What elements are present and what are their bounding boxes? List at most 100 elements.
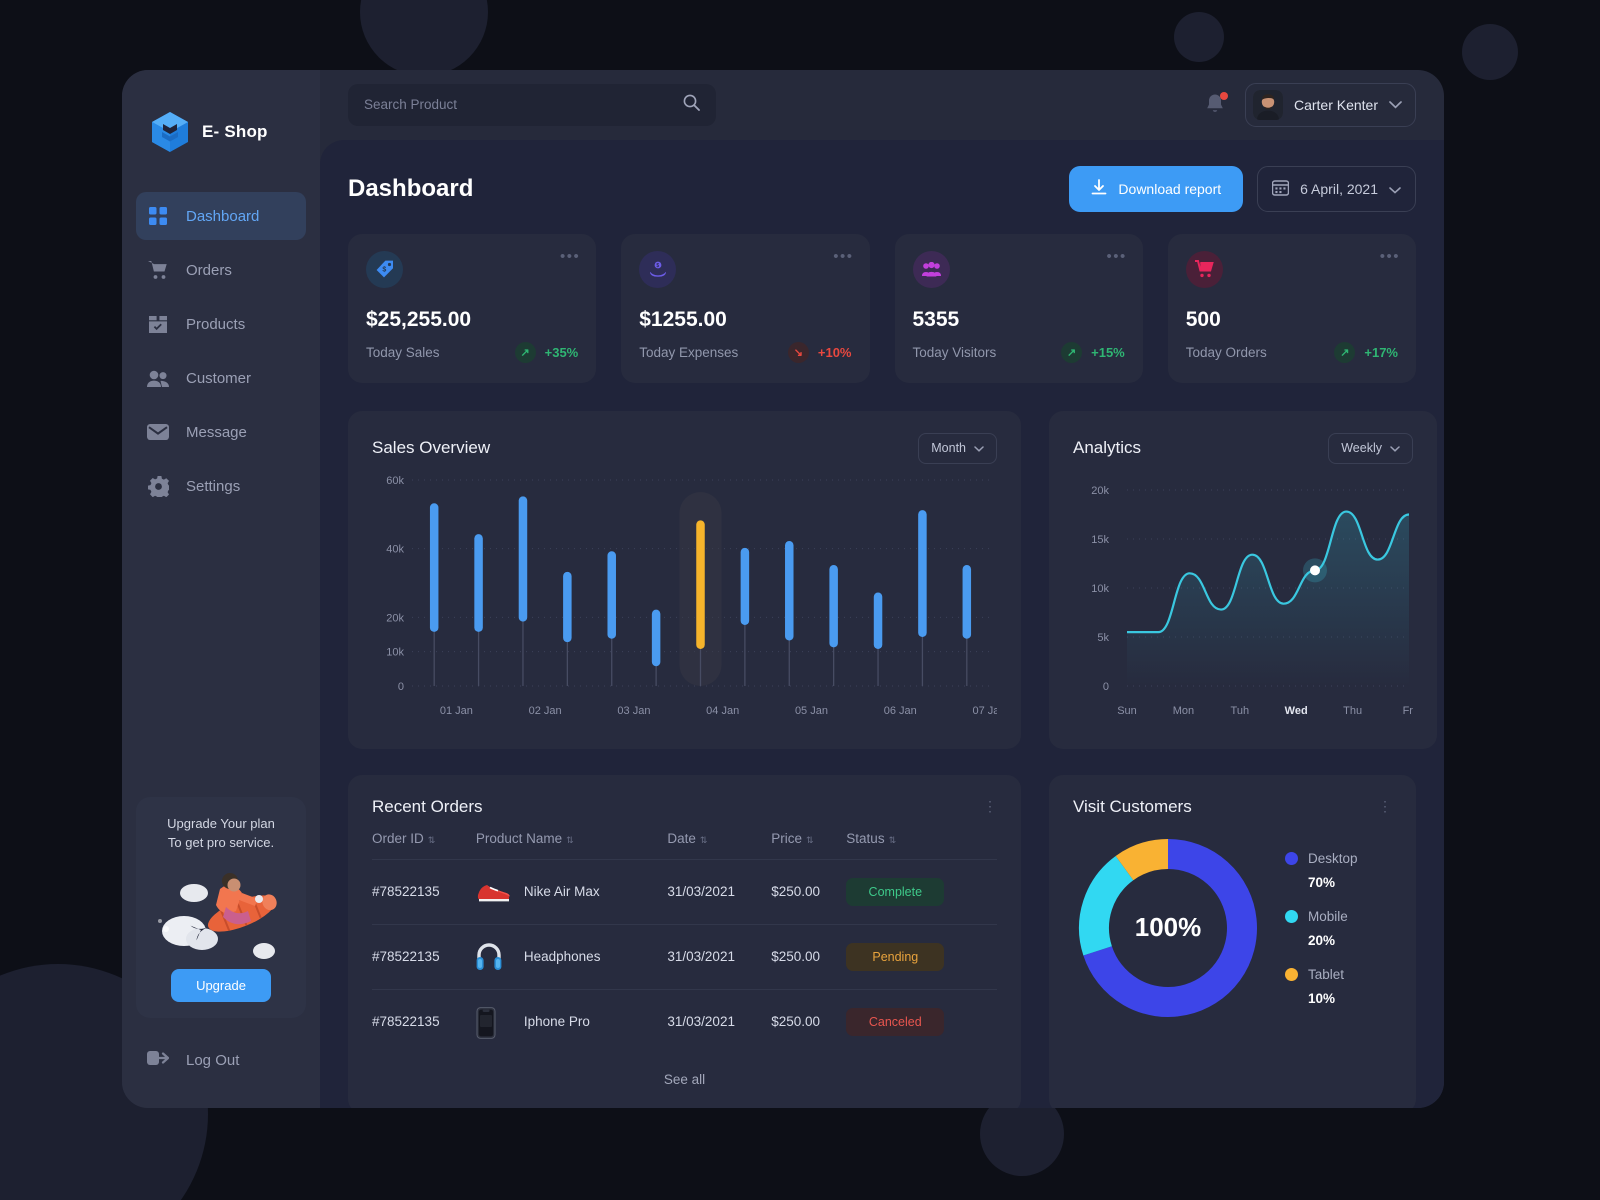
kebab-menu-icon[interactable]: ⋮ [983, 799, 997, 812]
sidebar-item-label: Products [186, 315, 246, 333]
gear-icon [147, 475, 169, 497]
cart-icon [1185, 250, 1223, 288]
sidebar-nav: Dashboard Orders Products Customer Messa… [122, 192, 320, 510]
chevron-down-icon [1390, 441, 1400, 455]
stat-value: 5355 [912, 307, 960, 331]
analytics-chart: 0 5k 10k 15k 20k Sun Mon Tuh Wed Thu Fri [1073, 470, 1415, 727]
page-header: Dashboard Download report 6 April, 2021 [348, 165, 1416, 212]
cell-price: $250.00 [771, 924, 847, 990]
stat-value: 500 [1185, 307, 1221, 331]
sort-icon: ⇅ [888, 834, 897, 845]
date-picker[interactable]: 6 April, 2021 [1257, 165, 1416, 212]
card-menu-button[interactable]: ••• [560, 248, 580, 265]
sidebar-item-dashboard[interactable]: Dashboard [136, 192, 306, 240]
user-profile-menu[interactable]: Carter Kenter [1244, 82, 1416, 127]
sort-icon: ⇅ [566, 834, 574, 845]
price-tag-icon: $ [366, 250, 403, 288]
legend-label: Mobile [1308, 908, 1348, 924]
svg-text:10k: 10k [1091, 583, 1109, 595]
cell-order-id: #78522135 [372, 924, 476, 990]
logout-label: Log Out [186, 1051, 240, 1069]
card-menu-button[interactable]: ••• [833, 248, 853, 265]
sidebar-item-label: Orders [186, 261, 232, 279]
header-actions: Download report 6 April, 2021 [1069, 165, 1416, 212]
table-row[interactable]: #78522135 Headphones 31/03/2021 $250.00 … [372, 924, 997, 990]
upgrade-line-2: To get pro service. [167, 835, 275, 851]
product-name: Iphone Pro [523, 1014, 590, 1030]
sidebar-item-customer[interactable]: Customer [136, 354, 306, 402]
card-menu-button[interactable]: ••• [1106, 248, 1126, 265]
stat-card-today-expenses: ••• $ $1255.00 Today Expenses ↘ +10% [621, 233, 870, 383]
logout-button[interactable]: Log Out [122, 1034, 320, 1086]
download-report-label: Download report [1118, 180, 1222, 197]
svg-text:10k: 10k [386, 646, 404, 658]
cell-order-id: #78522135 [372, 1014, 440, 1030]
kebab-menu-icon[interactable]: ⋮ [1378, 799, 1392, 812]
analytics-range-select[interactable]: Weekly [1328, 432, 1413, 464]
stat-trend: ↗ +17% [1334, 341, 1398, 363]
stat-trend-value: +15% [1091, 344, 1125, 360]
envelope-icon [147, 421, 169, 443]
main-area: Carter Kenter Dashboard Download report [320, 70, 1444, 1108]
svg-text:5k: 5k [1097, 632, 1109, 644]
table-header-row: Order ID ⇅ Product Name ⇅ Date ⇅ Price ⇅ Sta… [372, 830, 997, 860]
stat-trend: ↘ +10% [787, 341, 852, 363]
dashboard-content: Dashboard Download report 6 April, 2021 [320, 139, 1444, 1108]
backdrop-circle [1174, 12, 1224, 62]
download-report-button[interactable]: Download report [1069, 165, 1244, 212]
stat-trend-value: +10% [817, 344, 852, 360]
svg-text:04 Jan: 04 Jan [706, 705, 739, 717]
donut-chart: 100% [1073, 833, 1263, 1023]
sidebar-item-message[interactable]: Message [136, 408, 306, 456]
column-price[interactable]: Price ⇅ [771, 830, 847, 860]
recent-orders-title: Recent Orders [372, 796, 483, 816]
cell-order-id: #78522135 [372, 859, 476, 925]
stat-label: Today Expenses [639, 344, 739, 360]
svg-text:20k: 20k [386, 612, 404, 624]
search-icon[interactable] [683, 94, 700, 116]
see-all-link[interactable]: See all [372, 1054, 997, 1091]
donut-center-label: 100% [1134, 912, 1202, 943]
brand: E- Shop [122, 70, 320, 154]
topbar: Carter Kenter [320, 70, 1444, 140]
sidebar-item-settings[interactable]: Settings [136, 462, 306, 510]
sort-icon: ⇅ [699, 834, 708, 845]
analytics-range-label: Weekly [1341, 441, 1382, 456]
upgrade-button[interactable]: Upgrade [171, 969, 271, 1002]
svg-text:Wed: Wed [1285, 705, 1308, 717]
stat-footer: Today Orders ↗ +17% [1186, 341, 1398, 363]
notification-bell-button[interactable] [1205, 91, 1228, 117]
legend-label: Tablet [1308, 966, 1345, 982]
status-badge: Pending [846, 942, 945, 971]
table-row[interactable]: #78522135 Nike Air Max 31/03/2021 $250.0… [372, 859, 997, 925]
card-menu-button[interactable]: ••• [1380, 248, 1400, 265]
visit-customers-title: Visit Customers [1073, 796, 1192, 816]
svg-text:Mon: Mon [1173, 705, 1194, 717]
box-check-icon [147, 313, 169, 335]
cell-status: Canceled [846, 989, 997, 1054]
chevron-down-icon[interactable] [1389, 181, 1401, 197]
sidebar-item-label: Dashboard [186, 207, 260, 225]
sidebar-item-products[interactable]: Products [136, 300, 306, 348]
table-row[interactable]: #78522135 Iphone Pro 31/03/2021 $250.00 … [372, 989, 997, 1054]
search-input[interactable] [364, 97, 675, 113]
search-box[interactable] [348, 83, 716, 126]
column-date[interactable]: Date ⇅ [667, 830, 772, 860]
analytics-panel: Analytics Weekly 0 5k 10k 15k 20k Sun Mon Tuh We… [1049, 410, 1437, 749]
column-order-id[interactable]: Order ID ⇅ [372, 830, 476, 860]
rocket-illustration [146, 859, 296, 963]
stat-footer: Today Sales ↗ +35% [366, 341, 578, 363]
sidebar-item-orders[interactable]: Orders [136, 246, 306, 294]
headphones-icon [476, 942, 510, 972]
bottom-row: Recent Orders ⋮ Order ID ⇅ Product Name ⇅ … [348, 774, 1416, 1108]
cube-logo-icon [149, 110, 191, 154]
chevron-down-icon[interactable] [1389, 96, 1402, 114]
column-product-name[interactable]: Product Name ⇅ [475, 830, 668, 860]
sales-range-select[interactable]: Month [918, 432, 997, 464]
column-status[interactable]: Status ⇅ [846, 830, 997, 860]
svg-text:0: 0 [1103, 681, 1109, 693]
legend-item-desktop: Desktop 70% [1285, 850, 1358, 890]
sidebar-item-label: Customer [186, 369, 252, 387]
recent-orders-panel: Recent Orders ⋮ Order ID ⇅ Product Name ⇅ … [348, 774, 1021, 1108]
